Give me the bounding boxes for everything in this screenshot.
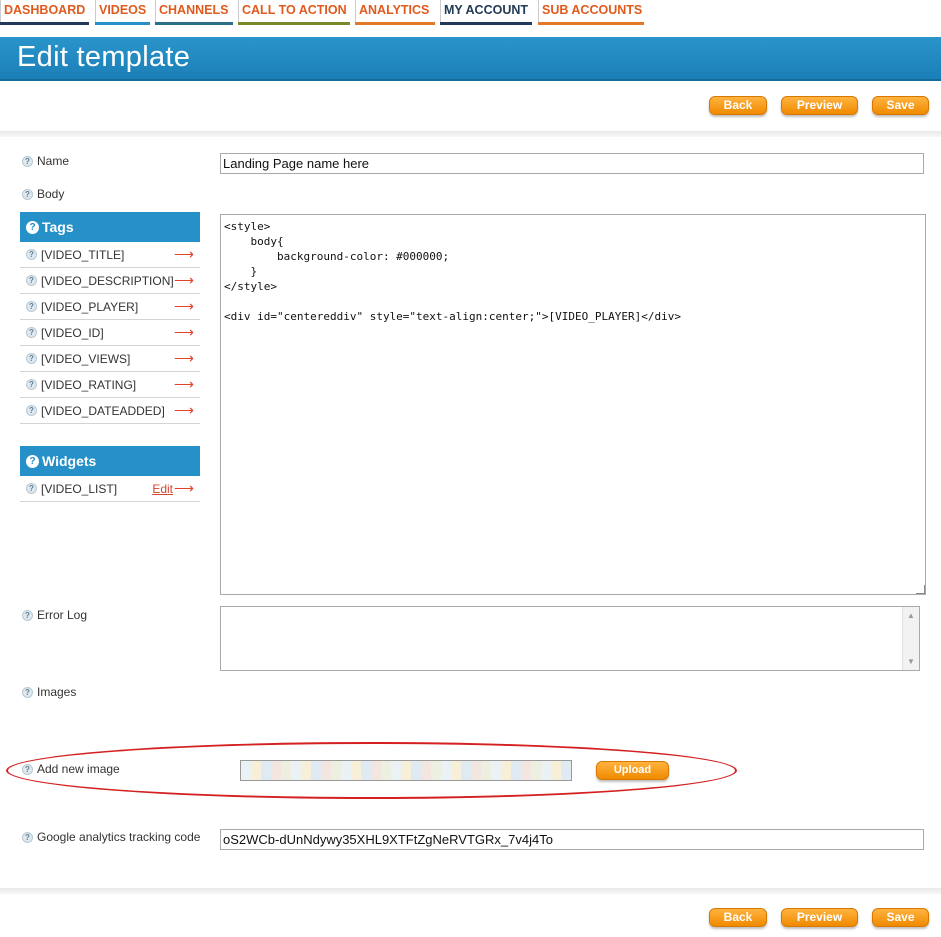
tag-item[interactable]: ? [VIDEO_DESCRIPTION] ⟶ [20, 268, 200, 294]
tab-underline [440, 22, 532, 25]
tab-label: Sub Accounts [542, 3, 643, 17]
help-icon[interactable]: ? [26, 275, 37, 286]
error-log-label: ? Error Log [22, 608, 87, 622]
help-icon[interactable]: ? [26, 301, 37, 312]
tag-label: [VIDEO_PLAYER] [41, 299, 139, 314]
tag-item[interactable]: ? [VIDEO_VIEWS] ⟶ [20, 346, 200, 372]
save-button[interactable]: Save [872, 908, 929, 927]
help-icon[interactable]: ? [26, 454, 39, 468]
tab-underline [238, 22, 350, 25]
tab-underline [95, 22, 150, 25]
top-nav: Dashboard Videos Channels Call to Action… [0, 0, 941, 30]
tab-label: Analytics [359, 3, 430, 17]
tab-label: Dashboard [4, 3, 86, 17]
preview-button[interactable]: Preview [781, 908, 858, 927]
back-button[interactable]: Back [709, 908, 767, 927]
insert-arrow-icon[interactable]: ⟶ [174, 298, 194, 315]
help-icon[interactable]: ? [26, 249, 37, 260]
resize-handle-icon[interactable] [916, 585, 925, 594]
tab-underline [538, 22, 644, 25]
help-icon[interactable]: ? [22, 609, 33, 621]
tab-my-account[interactable]: My Account [440, 0, 532, 25]
tab-label: Call to Action [242, 3, 347, 17]
help-icon[interactable]: ? [26, 353, 37, 364]
tags-panel: ? Tags ? [VIDEO_TITLE] ⟶ ? [VIDEO_DESCRIPTI… [20, 212, 200, 424]
body-label-text: Body [37, 187, 65, 201]
insert-arrow-icon[interactable]: ⟶ [174, 272, 194, 289]
tag-label: [VIDEO_DESCRIPTION] [41, 273, 174, 288]
scroll-up-icon[interactable]: ▲ [907, 611, 915, 620]
tag-label: [VIDEO_VIEWS] [41, 351, 131, 366]
tab-call-to-action[interactable]: Call to Action [238, 0, 350, 25]
error-log-label-text: Error Log [37, 608, 88, 622]
tab-dashboard[interactable]: Dashboard [0, 0, 89, 25]
name-label: ? Name [22, 154, 69, 168]
insert-arrow-icon[interactable]: ⟶ [174, 376, 194, 393]
ga-label-text: Google analytics tracking code [37, 830, 201, 844]
help-icon[interactable]: ? [26, 220, 39, 234]
tab-underline [0, 22, 89, 25]
help-icon[interactable]: ? [26, 483, 37, 494]
help-icon[interactable]: ? [22, 188, 33, 200]
body-label: ? Body [22, 187, 64, 201]
tab-label: Videos [99, 3, 147, 17]
tab-underline [155, 22, 233, 25]
scroll-down-icon[interactable]: ▼ [907, 657, 915, 666]
tag-label: [VIDEO_TITLE] [41, 247, 125, 262]
divider [0, 131, 941, 137]
name-input[interactable]: Landing Page name here [220, 153, 924, 174]
tag-item[interactable]: ? [VIDEO_DATEADDED] ⟶ [20, 398, 200, 424]
tag-item[interactable]: ? [VIDEO_TITLE] ⟶ [20, 242, 200, 268]
help-icon[interactable]: ? [22, 155, 33, 167]
tab-label: Channels [159, 3, 229, 17]
widgets-panel: ? Widgets ? [VIDEO_LIST] Edit ⟶ [20, 446, 200, 502]
tab-channels[interactable]: Channels [155, 0, 233, 25]
tag-label: [VIDEO_ID] [41, 325, 104, 340]
page-title: Edit template [17, 41, 191, 73]
divider [0, 888, 941, 894]
widgets-title: Widgets [42, 453, 97, 469]
help-icon[interactable]: ? [22, 831, 33, 843]
tab-videos[interactable]: Videos [95, 0, 150, 25]
tab-label: My Account [444, 3, 529, 17]
help-icon[interactable]: ? [26, 327, 37, 338]
page-header: Edit template [0, 37, 941, 81]
scrollbar[interactable]: ▲ ▼ [902, 607, 919, 670]
tab-underline [355, 22, 435, 25]
tag-item[interactable]: ? [VIDEO_ID] ⟶ [20, 320, 200, 346]
body-code-editor[interactable]: <style> body{ background-color: #000000;… [220, 214, 926, 595]
tag-item[interactable]: ? [VIDEO_PLAYER] ⟶ [20, 294, 200, 320]
images-label: ? Images [22, 685, 76, 699]
widget-edit-link[interactable]: Edit [152, 482, 173, 496]
widgets-panel-header: ? Widgets [20, 446, 200, 476]
back-button[interactable]: Back [709, 96, 767, 115]
insert-arrow-icon[interactable]: ⟶ [174, 246, 194, 263]
widget-item[interactable]: ? [VIDEO_LIST] Edit ⟶ [20, 476, 200, 502]
tags-panel-header: ? Tags [20, 212, 200, 242]
ga-label: ? Google analytics tracking code [22, 830, 200, 844]
ga-tracking-input[interactable]: oS2WCb-dUnNdywy35XHL9XTFtZgNeRVTGRx_7v4j… [220, 829, 924, 850]
tag-label: [VIDEO_RATING] [41, 377, 137, 392]
error-log-textarea[interactable]: ▲ ▼ [220, 606, 920, 671]
insert-arrow-icon[interactable]: ⟶ [174, 350, 194, 367]
tab-analytics[interactable]: Analytics [355, 0, 435, 25]
insert-arrow-icon[interactable]: ⟶ [174, 480, 194, 497]
save-button[interactable]: Save [872, 96, 929, 115]
preview-button[interactable]: Preview [781, 96, 858, 115]
name-label-text: Name [37, 154, 70, 168]
tags-title: Tags [42, 219, 74, 235]
highlight-ellipse [6, 742, 737, 799]
tag-label: [VIDEO_DATEADDED] [41, 403, 165, 418]
widget-label: [VIDEO_LIST] [41, 481, 118, 496]
insert-arrow-icon[interactable]: ⟶ [174, 324, 194, 341]
tab-sub-accounts[interactable]: Sub Accounts [538, 0, 644, 25]
help-icon[interactable]: ? [26, 405, 37, 416]
tag-item[interactable]: ? [VIDEO_RATING] ⟶ [20, 372, 200, 398]
help-icon[interactable]: ? [22, 686, 33, 698]
help-icon[interactable]: ? [26, 379, 37, 390]
insert-arrow-icon[interactable]: ⟶ [174, 402, 194, 419]
images-label-text: Images [37, 685, 77, 699]
